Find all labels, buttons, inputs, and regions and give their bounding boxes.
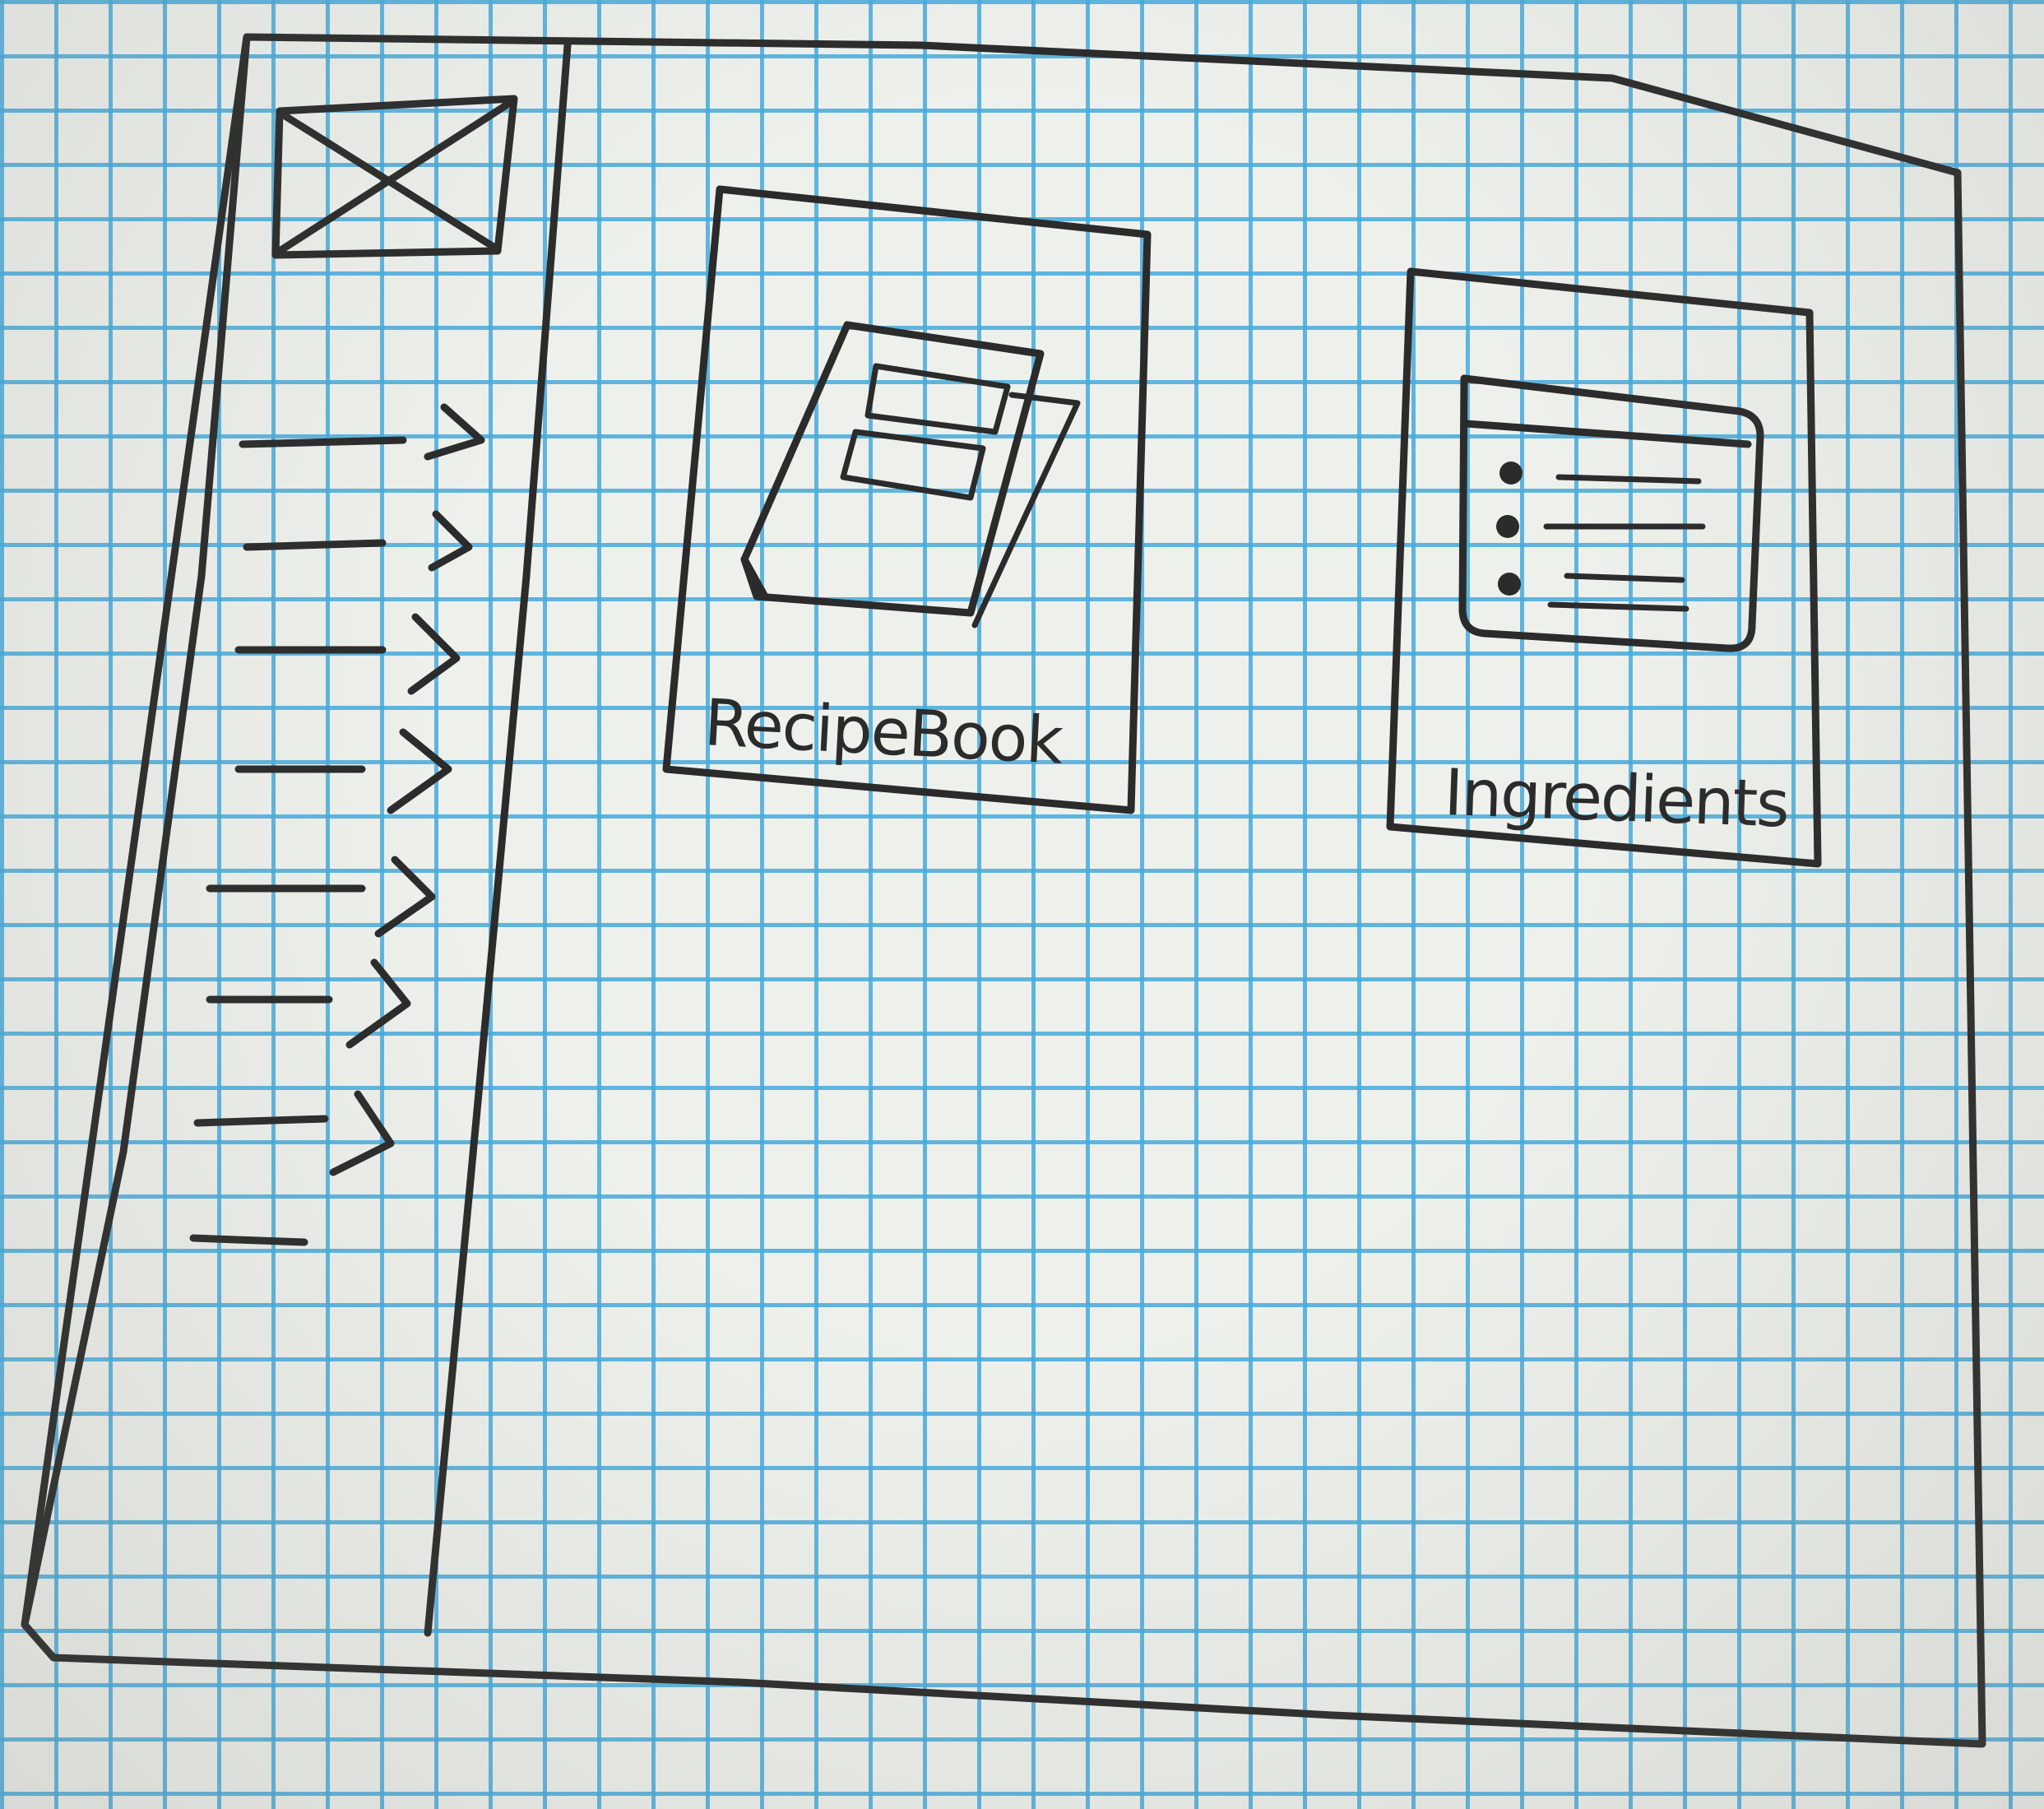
sidebar bbox=[21, 33, 572, 1637]
sidebar-item-3[interactable] bbox=[234, 613, 461, 695]
chevron-right-icon bbox=[387, 728, 452, 814]
chevron-right-icon bbox=[345, 958, 411, 1049]
chevron-right-icon bbox=[329, 1090, 395, 1176]
chevron-right-icon bbox=[424, 403, 485, 461]
sidebar-item-4[interactable] bbox=[234, 728, 452, 814]
card-ingredients[interactable]: Ingredients bbox=[1386, 267, 1822, 868]
card-recipebook[interactable]: RecipeBook bbox=[662, 185, 1152, 814]
wireframe-sketch: RecipeBook Ingredients bbox=[21, 33, 1986, 1748]
list-icon bbox=[1458, 374, 1764, 652]
sidebar-item-7[interactable] bbox=[193, 1090, 395, 1176]
sidebar-item-5[interactable] bbox=[206, 856, 436, 938]
chevron-right-icon bbox=[407, 613, 461, 695]
card-label: RecipeBook bbox=[702, 686, 1065, 779]
image-placeholder-icon[interactable] bbox=[271, 95, 518, 259]
sidebar-item-8[interactable] bbox=[189, 1234, 308, 1246]
chevron-right-icon bbox=[428, 510, 473, 572]
card-label: Ingredients bbox=[1443, 756, 1789, 842]
chevron-right-icon bbox=[374, 856, 436, 938]
sidebar-item-2[interactable] bbox=[243, 510, 473, 572]
sidebar-border bbox=[21, 33, 572, 1637]
sidebar-item-6[interactable] bbox=[206, 958, 411, 1049]
book-icon bbox=[740, 321, 1081, 629]
sidebar-item-1[interactable] bbox=[239, 403, 485, 461]
